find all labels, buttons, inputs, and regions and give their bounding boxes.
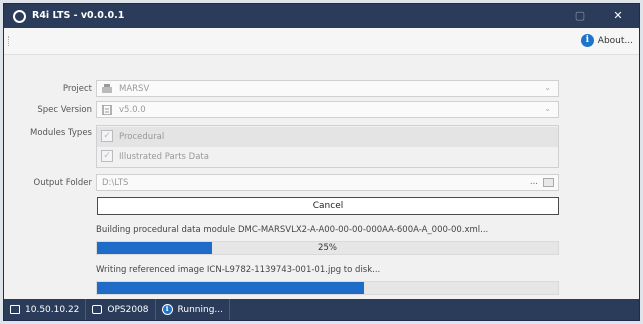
document-icon: [102, 105, 112, 115]
about-button[interactable]: i About...: [580, 34, 633, 47]
status-message-2: Writing referenced image ICN-L9782-11397…: [96, 265, 381, 275]
modules-types-label: Modules Types: [30, 128, 92, 138]
spec-version-dropdown[interactable]: v5.0.0 ⌄: [96, 101, 559, 118]
building-icon: [102, 84, 112, 93]
folder-icon[interactable]: [543, 178, 554, 187]
status-ip: 10.50.10.22: [4, 299, 87, 320]
state-text: Running...: [177, 304, 224, 315]
modules-list: ✓ Procedural ✓ Illustrated Parts Data: [96, 125, 559, 168]
status-bar: 10.50.10.22 OPS2008 i Running...: [4, 299, 639, 320]
module-item-illustrated-parts[interactable]: ✓ Illustrated Parts Data: [97, 147, 558, 167]
checkbox-illustrated-parts[interactable]: ✓: [101, 150, 113, 162]
menu-bar: i About...: [4, 28, 639, 55]
checkbox-procedural[interactable]: ✓: [101, 130, 113, 142]
spec-version-label: Spec Version: [37, 105, 92, 115]
project-dropdown[interactable]: MARSV ⌄: [96, 80, 559, 97]
network-icon: [10, 305, 20, 314]
chevron-down-icon: ⌄: [544, 83, 551, 92]
close-button[interactable]: ✕: [601, 4, 635, 28]
progress-bar-1-percent: 25%: [318, 243, 337, 253]
output-folder-value: D:\LTS: [102, 178, 129, 188]
chevron-down-icon: ⌄: [544, 104, 551, 113]
output-folder-label: Output Folder: [33, 178, 93, 188]
title-bar: R4i LTS - v0.0.0.1 ▢ ✕: [4, 4, 639, 28]
project-value: MARSV: [119, 84, 150, 94]
server-icon: [92, 305, 103, 314]
module-label: Procedural: [119, 132, 165, 142]
status-message-1: Building procedural data module DMC-MARS…: [96, 225, 489, 235]
cancel-button[interactable]: Cancel: [97, 197, 559, 215]
info-icon: i: [580, 34, 594, 47]
browse-ellipsis[interactable]: ...: [530, 177, 538, 187]
output-folder-field[interactable]: D:\LTS ...: [96, 174, 559, 191]
restore-icon[interactable]: ▢: [563, 4, 597, 28]
toolbar-grip-icon[interactable]: [8, 36, 10, 46]
module-item-procedural[interactable]: ✓ Procedural: [97, 127, 558, 147]
progress-bar-1: 25%: [96, 241, 559, 255]
progress-bar-2-fill: [97, 282, 365, 294]
project-label: Project: [62, 84, 92, 94]
main-window: R4i LTS - v0.0.0.1 ▢ ✕ i About... Projec…: [3, 3, 640, 321]
ip-address: 10.50.10.22: [25, 304, 80, 315]
host-name: OPS2008: [107, 304, 149, 315]
about-label: About...: [597, 35, 633, 46]
status-state: i Running...: [156, 299, 231, 320]
progress-bar-2: [96, 281, 559, 295]
app-logo-icon: [13, 10, 26, 23]
spec-version-value: v5.0.0: [119, 105, 146, 115]
status-host: OPS2008: [86, 299, 156, 320]
window-title: R4i LTS - v0.0.0.1: [32, 10, 125, 21]
module-label: Illustrated Parts Data: [119, 152, 209, 162]
info-icon: i: [161, 304, 173, 315]
